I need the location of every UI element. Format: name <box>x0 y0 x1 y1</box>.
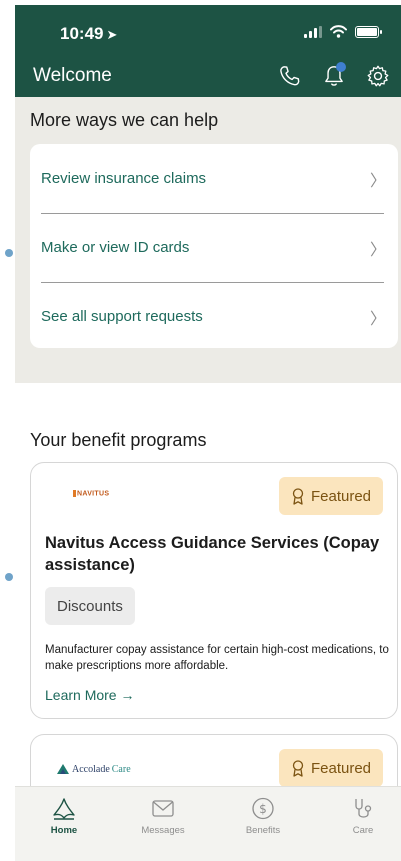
page-title: Welcome <box>33 65 112 86</box>
learn-more-link[interactable]: Learn More → <box>45 687 134 703</box>
status-icons <box>304 25 382 38</box>
tab-home[interactable]: Home <box>29 797 99 836</box>
location-arrow-icon: ➤ <box>106 27 118 42</box>
tab-messages[interactable]: Messages <box>128 797 198 836</box>
tab-care[interactable]: Care <box>328 797 398 836</box>
help-item-id-cards[interactable]: Make or view ID cards 〉 <box>30 213 398 282</box>
side-indicator-dot <box>5 573 13 581</box>
featured-badge: Featured <box>279 477 383 515</box>
screen: 10:49 ➤ Welcome More ways we can help Re… <box>0 0 401 861</box>
chevron-right-icon: 〉 <box>369 241 386 259</box>
battery-icon <box>355 25 382 38</box>
benefits-section-title: Your benefit programs <box>30 430 207 450</box>
help-section-title: More ways we can help <box>30 110 219 130</box>
award-ribbon-icon <box>292 487 304 505</box>
svg-text:$: $ <box>259 802 267 816</box>
category-tag: Discounts <box>45 587 135 625</box>
award-ribbon-icon <box>292 759 304 777</box>
benefit-card-navitus[interactable]: NAVITUS Featured Navitus Access Guidance… <box>30 462 398 719</box>
help-item-label: Make or view ID cards <box>41 239 190 256</box>
navitus-logo: NAVITUS <box>73 490 109 497</box>
app-window: 10:49 ➤ Welcome More ways we can help Re… <box>15 5 401 861</box>
signal-icon <box>304 25 322 38</box>
help-item-support-requests[interactable]: See all support requests 〉 <box>30 282 398 348</box>
tab-bar: Home Messages $ Benefits Care <box>15 786 401 861</box>
help-section: More ways we can help Review insurance c… <box>15 97 401 383</box>
bell-icon[interactable] <box>321 62 347 89</box>
accolade-care-logo: Accolade Care <box>56 763 131 775</box>
status-time: 10:49 ➤ <box>60 24 117 44</box>
envelope-icon <box>152 800 174 817</box>
help-item-label: Review insurance claims <box>41 170 207 187</box>
dollar-icon: $ <box>252 797 274 820</box>
status-time-label: 10:49 <box>60 24 104 43</box>
program-title: Navitus Access Guidance Services (Copay … <box>45 534 380 574</box>
chevron-right-icon: 〉 <box>369 310 386 328</box>
header-actions <box>277 62 391 89</box>
help-item-review-claims[interactable]: Review insurance claims 〉 <box>30 144 398 213</box>
help-item-label: See all support requests <box>41 308 203 325</box>
chevron-right-icon: 〉 <box>369 172 386 190</box>
gear-icon[interactable] <box>365 63 391 89</box>
header: 10:49 ➤ Welcome <box>15 5 401 97</box>
tab-label: Home <box>50 825 78 836</box>
home-icon <box>53 798 75 820</box>
notification-badge <box>336 62 346 72</box>
featured-badge: Featured <box>279 749 383 787</box>
tab-label: Benefits <box>245 825 281 836</box>
program-description: Manufacturer copay assistance for certai… <box>45 644 389 672</box>
help-card: Review insurance claims 〉 Make or view I… <box>30 144 398 348</box>
wifi-icon <box>330 25 347 38</box>
stethoscope-icon <box>355 799 372 818</box>
accolade-logo-mark <box>57 764 69 774</box>
featured-label: Featured <box>310 487 372 505</box>
tab-label: Care <box>352 825 374 836</box>
tab-label: Messages <box>141 825 185 836</box>
tab-benefits[interactable]: $ Benefits <box>228 797 298 836</box>
featured-label: Featured <box>310 759 372 777</box>
side-indicator-dot <box>5 249 13 257</box>
phone-icon[interactable] <box>277 63 303 89</box>
